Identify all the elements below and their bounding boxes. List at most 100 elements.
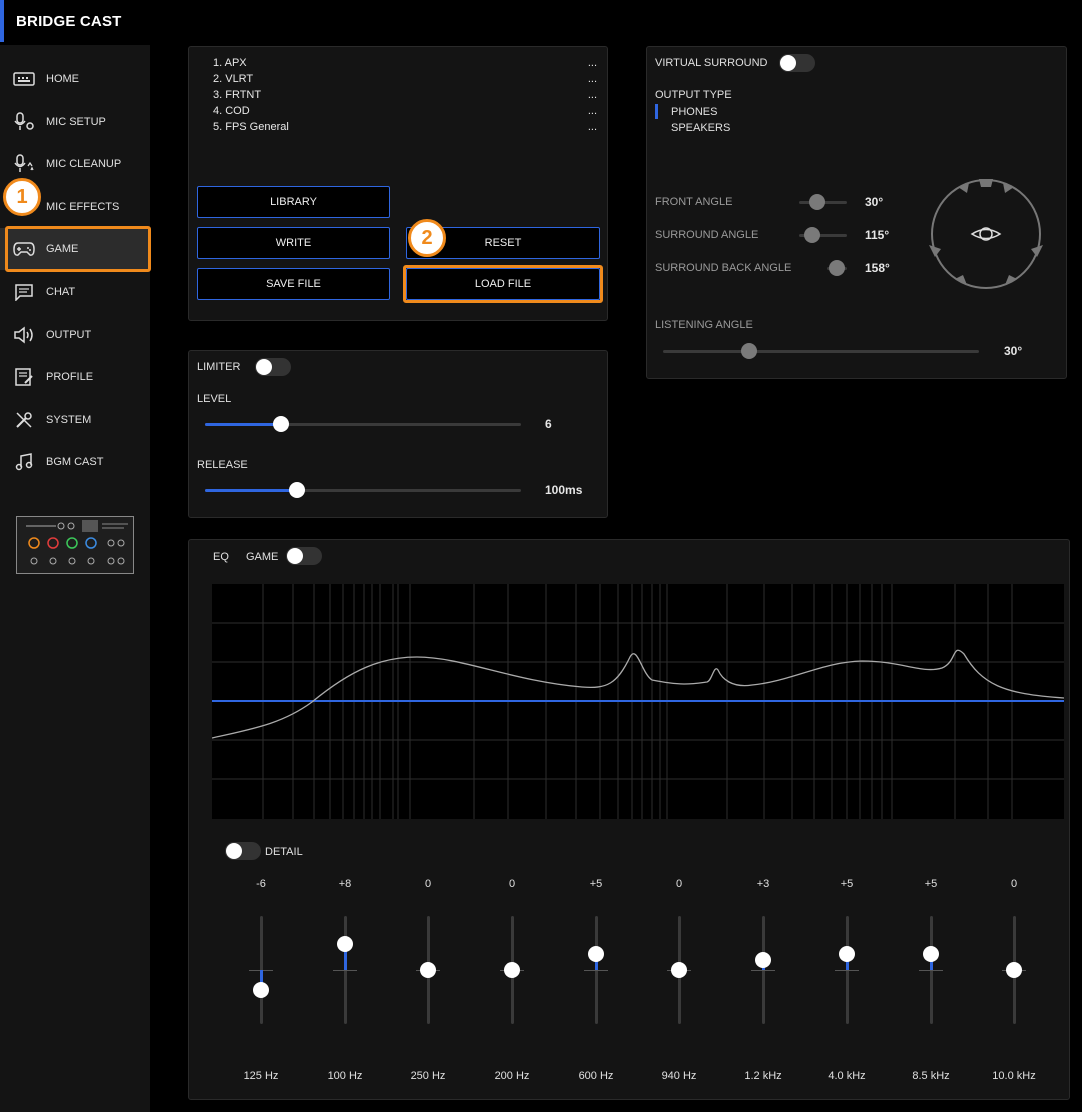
- level-slider-fill: [205, 423, 281, 426]
- sidebar-item-label: HOME: [46, 73, 79, 85]
- preset-item[interactable]: 3. FRTNT...: [213, 89, 597, 105]
- more-icon[interactable]: ...: [588, 73, 597, 89]
- preset-item[interactable]: 5. FPS General...: [213, 121, 597, 137]
- speaker-icon: [12, 323, 36, 347]
- eq-band-frequency: 250 Hz: [410, 1070, 446, 1082]
- preset-label: 2. VLRT: [213, 73, 254, 85]
- eq-band-center-tick: [584, 970, 608, 971]
- more-icon[interactable]: ...: [588, 121, 597, 137]
- surround-back-angle-value: 158°: [865, 261, 890, 275]
- output-type-label: OUTPUT TYPE: [655, 89, 732, 101]
- eq-band-frequency: 4.0 kHz: [828, 1070, 866, 1082]
- sidebar-item-mic-setup[interactable]: MIC SETUP: [0, 101, 150, 143]
- write-button[interactable]: WRITE: [197, 227, 390, 259]
- eq-band-slider-knob[interactable]: [923, 945, 939, 962]
- listening-angle-track[interactable]: [663, 350, 979, 353]
- front-angle-knob[interactable]: [809, 194, 825, 210]
- eq-toggle[interactable]: [286, 547, 322, 565]
- sidebar-item-bgm-cast[interactable]: BGM CAST: [0, 441, 150, 483]
- mic-settings-icon: [12, 110, 36, 134]
- sidebar-item-chat[interactable]: CHAT: [0, 271, 150, 313]
- eq-curve-graph[interactable]: [211, 584, 1065, 819]
- eq-band-value: -6: [256, 878, 266, 890]
- listening-angle-label: LISTENING ANGLE: [655, 319, 753, 331]
- listening-angle-knob[interactable]: [741, 343, 757, 359]
- app-header: BRIDGE CAST: [0, 0, 1082, 45]
- level-value: 6: [545, 417, 552, 431]
- front-angle-value: 30°: [865, 195, 884, 209]
- mic-cleanup-icon: [12, 152, 36, 176]
- eq-band-slider-knob[interactable]: [253, 981, 269, 998]
- profile-icon: [12, 365, 36, 389]
- eq-band-frequency: 125 Hz: [243, 1070, 279, 1082]
- header-accent-bar: [0, 0, 4, 42]
- sidebar-item-label: SYSTEM: [46, 414, 92, 426]
- eq-band-frequency: 100 Hz: [327, 1070, 363, 1082]
- limiter-toggle[interactable]: [255, 358, 291, 376]
- level-slider-knob[interactable]: [272, 416, 289, 432]
- sidebar-item-label: PROFILE: [46, 371, 94, 383]
- device-thumbnail: [16, 516, 134, 574]
- eq-band-slider-knob[interactable]: [839, 945, 855, 962]
- surround-back-angle-knob[interactable]: [829, 260, 845, 276]
- sidebar-item-label: MIC SETUP: [46, 116, 106, 128]
- sidebar-item-profile[interactable]: PROFILE: [0, 356, 150, 398]
- eq-band-value: +5: [840, 878, 854, 890]
- surround-angle-knob[interactable]: [804, 227, 820, 243]
- eq-band-slider-knob[interactable]: [755, 952, 771, 969]
- eq-band-value: +8: [338, 878, 352, 890]
- preset-item[interactable]: 2. VLRT...: [213, 73, 597, 89]
- sidebar-item-label: OUTPUT: [46, 329, 92, 341]
- tools-icon: [12, 408, 36, 432]
- app-title: BRIDGE CAST: [16, 13, 122, 30]
- virtual-surround-toggle[interactable]: [779, 54, 815, 72]
- callout-badge-1: 1: [3, 178, 41, 216]
- sidebar-item-home[interactable]: HOME: [0, 58, 150, 100]
- sidebar-item-game[interactable]: GAME: [0, 228, 150, 270]
- eq-band-center-tick: [919, 970, 943, 971]
- more-icon[interactable]: ...: [588, 57, 597, 73]
- surround-diagram: [927, 175, 1045, 293]
- output-type-phones[interactable]: PHONES: [671, 106, 717, 118]
- detail-toggle[interactable]: [225, 842, 261, 860]
- eq-band-slider-knob[interactable]: [420, 962, 436, 978]
- eq-band-value: 0: [1010, 878, 1018, 890]
- eq-band-value: +5: [589, 878, 603, 890]
- eq-band-slider-knob[interactable]: [671, 962, 687, 978]
- preset-panel: 1. APX... 2. VLRT... 3. FRTNT... 4. COD.…: [188, 46, 608, 321]
- eq-panel: EQ GAME DETAIL -6 125 Hz +8 100 Hz 0 250…: [188, 539, 1070, 1100]
- output-type-speakers[interactable]: SPEAKERS: [671, 122, 730, 134]
- preset-label: 4. COD: [213, 105, 250, 117]
- library-button[interactable]: LIBRARY: [197, 186, 390, 218]
- release-slider-knob[interactable]: [288, 482, 305, 498]
- sidebar-item-system[interactable]: SYSTEM: [0, 399, 150, 441]
- preset-label: 3. FRTNT: [213, 89, 262, 101]
- limiter-label: LIMITER: [197, 361, 241, 373]
- sidebar-item-label: MIC EFFECTS: [46, 201, 120, 213]
- preset-label: 1. APX: [213, 57, 247, 69]
- preset-label: 5. FPS General: [213, 121, 289, 133]
- eq-band-value: 0: [508, 878, 516, 890]
- limiter-panel: LIMITER LEVEL 6 RELEASE 100ms: [188, 350, 608, 518]
- eq-band-slider-knob[interactable]: [504, 962, 520, 978]
- eq-band-slider-knob[interactable]: [337, 935, 353, 952]
- sidebar-item-label: GAME: [46, 243, 79, 255]
- sidebar-item-output[interactable]: OUTPUT: [0, 314, 150, 356]
- virtual-surround-panel: VIRTUAL SURROUND OUTPUT TYPE PHONES SPEA…: [646, 46, 1067, 379]
- eq-band-value: +5: [924, 878, 938, 890]
- eq-band-slider-knob[interactable]: [588, 945, 604, 962]
- load-file-button[interactable]: LOAD FILE: [406, 268, 600, 300]
- eq-band-center-tick: [751, 970, 775, 971]
- more-icon[interactable]: ...: [588, 89, 597, 105]
- preset-item[interactable]: 4. COD...: [213, 105, 597, 121]
- eq-label: EQ: [213, 551, 229, 563]
- preset-item[interactable]: 1. APX...: [213, 57, 597, 73]
- front-angle-label: FRONT ANGLE: [655, 196, 733, 208]
- music-icon: [12, 450, 36, 474]
- save-file-button[interactable]: SAVE FILE: [197, 268, 390, 300]
- more-icon[interactable]: ...: [588, 105, 597, 121]
- callout-badge-2: 2: [408, 219, 446, 257]
- eq-band-slider-knob[interactable]: [1006, 962, 1022, 978]
- listening-angle-value: 30°: [1004, 344, 1023, 358]
- keyboard-icon: [12, 67, 36, 91]
